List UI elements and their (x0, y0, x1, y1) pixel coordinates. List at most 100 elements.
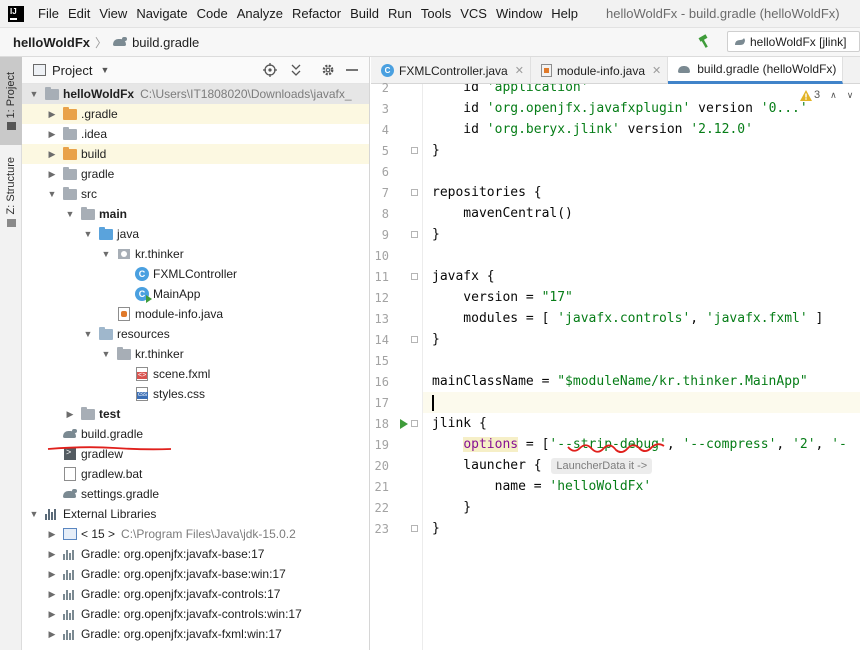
fold-marker-icon[interactable] (411, 273, 418, 280)
fold-marker-icon[interactable] (411, 147, 418, 154)
fold-marker-icon[interactable] (411, 231, 418, 238)
fold-marker-icon[interactable] (411, 525, 418, 532)
locate-target-icon[interactable] (262, 62, 278, 78)
tab-build-gradle[interactable]: build.gradle (helloWoldFx) (668, 57, 844, 84)
tree-item[interactable]: ▶build.gradle (22, 424, 369, 444)
code-line[interactable] (423, 392, 860, 413)
tree-item[interactable]: ▶settings.gradle (22, 484, 369, 504)
menu-vcs[interactable]: VCS (460, 6, 487, 21)
tree-item[interactable]: ▶CFXMLController (22, 264, 369, 284)
tree-item[interactable]: ▶ .idea (22, 124, 369, 144)
tree-item[interactable]: ▶ Gradle: org.openjfx:javafx-controls:17 (22, 584, 369, 604)
tree-item[interactable]: ▶ < 15 > C:\Program Files\Java\jdk-15.0.2 (22, 524, 369, 544)
run-configuration-dropdown[interactable]: helloWoldFx [jlink] (727, 31, 860, 52)
tree-item[interactable]: ▼ resources (22, 324, 369, 344)
menu-analyze[interactable]: Analyze (237, 6, 283, 21)
code-line[interactable]: repositories { (423, 182, 860, 203)
code-line[interactable] (423, 350, 860, 371)
chevron-down-icon[interactable]: ▼ (82, 228, 94, 240)
gear-icon[interactable] (320, 62, 336, 78)
chevron-right-icon[interactable]: ▶ (46, 608, 58, 620)
tree-item[interactable]: ▶scene.fxml (22, 364, 369, 384)
code-line[interactable]: mavenCentral() (423, 203, 860, 224)
code-line[interactable]: id 'application' (423, 84, 860, 98)
tree-item[interactable]: ▶ build (22, 144, 369, 164)
tree-item[interactable]: ▶gradlew.bat (22, 464, 369, 484)
code-line[interactable] (423, 245, 860, 266)
tab-fxmlcontroller[interactable]: C FXMLController.java ✕ (371, 57, 531, 84)
menu-window[interactable]: Window (496, 6, 542, 21)
code-line[interactable]: } (423, 329, 860, 350)
tree-item[interactable]: ▼ main (22, 204, 369, 224)
tree-item[interactable]: ▶module-info.java (22, 304, 369, 324)
menu-edit[interactable]: Edit (68, 6, 90, 21)
code-line[interactable]: } (423, 140, 860, 161)
project-tool-tab[interactable]: 1: Project (0, 57, 22, 145)
code-line[interactable]: modules = [ 'javafx.controls', 'javafx.f… (423, 308, 860, 329)
chevron-right-icon[interactable]: ▶ (46, 148, 58, 160)
chevron-right-icon[interactable]: ▶ (46, 568, 58, 580)
code-line[interactable]: id 'org.openjfx.javafxplugin' version '0… (423, 98, 860, 119)
close-icon[interactable]: ✕ (652, 64, 661, 77)
menu-navigate[interactable]: Navigate (136, 6, 187, 21)
tree-item[interactable]: ▶ Gradle: org.openjfx:javafx-base:17 (22, 544, 369, 564)
chevron-down-icon[interactable]: ▼ (100, 65, 109, 75)
code-line[interactable]: name = 'helloWoldFx' (423, 476, 860, 497)
chevron-down-icon[interactable]: ∨ (847, 90, 854, 101)
code-line[interactable]: } (423, 224, 860, 245)
chevron-down-icon[interactable]: ▼ (82, 328, 94, 340)
tree-item[interactable]: ▼ External Libraries (22, 504, 369, 524)
project-panel-title[interactable]: Project (52, 63, 92, 78)
code-line[interactable]: } (423, 518, 860, 539)
chevron-right-icon[interactable]: ▶ (46, 528, 58, 540)
code-line[interactable]: mainClassName = "$moduleName/kr.thinker.… (423, 371, 860, 392)
menu-refactor[interactable]: Refactor (292, 6, 341, 21)
tree-item[interactable]: ▶ Gradle: org.openjfx:javafx-base:win:17 (22, 564, 369, 584)
code-editor[interactable]: id 'application' id 'org.openjfx.javafxp… (423, 84, 860, 650)
chevron-right-icon[interactable]: ▶ (46, 108, 58, 120)
chevron-down-icon[interactable]: ▼ (64, 208, 76, 220)
menu-view[interactable]: View (99, 6, 127, 21)
tree-item[interactable]: ▶ gradle (22, 164, 369, 184)
chevron-right-icon[interactable]: ▶ (64, 408, 76, 420)
chevron-down-icon[interactable]: ▼ (46, 188, 58, 200)
code-line[interactable]: id 'org.beryx.jlink' version '2.12.0' (423, 119, 860, 140)
tree-item[interactable]: ▶ .gradle (22, 104, 369, 124)
code-line[interactable]: version = "17" (423, 287, 860, 308)
menu-code[interactable]: Code (197, 6, 228, 21)
tab-module-info[interactable]: module-info.java ✕ (531, 57, 669, 84)
code-line[interactable]: javafx { (423, 266, 860, 287)
tree-item[interactable]: ▶styles.css (22, 384, 369, 404)
tree-item[interactable]: ▼ src (22, 184, 369, 204)
collapse-all-icon[interactable] (288, 62, 304, 78)
tree-item[interactable]: ▼ kr.thinker (22, 244, 369, 264)
chevron-right-icon[interactable]: ▶ (46, 548, 58, 560)
tree-item[interactable]: ▶ Gradle: org.openjfx:javafx-controls:win… (22, 604, 369, 624)
code-line[interactable]: launcher { LauncherData it -> (423, 455, 860, 476)
menu-file[interactable]: File (38, 6, 59, 21)
tree-item[interactable]: ▼ helloWoldFx C:\Users\IT1808020\Downloads… (22, 84, 369, 104)
hide-panel-icon[interactable] (344, 62, 360, 78)
fold-marker-icon[interactable] (411, 336, 418, 343)
run-gutter-icon[interactable] (400, 419, 408, 429)
chevron-right-icon[interactable]: ▶ (46, 128, 58, 140)
chevron-right-icon[interactable]: ▶ (46, 168, 58, 180)
breadcrumb-file[interactable]: build.gradle (112, 35, 199, 50)
tree-item[interactable]: ▶CMainApp (22, 284, 369, 304)
build-hammer-icon[interactable] (697, 33, 713, 49)
menu-run[interactable]: Run (388, 6, 412, 21)
chevron-up-icon[interactable]: ∧ (830, 90, 837, 101)
menu-tools[interactable]: Tools (421, 6, 451, 21)
code-line[interactable]: } (423, 497, 860, 518)
menu-build[interactable]: Build (350, 6, 379, 21)
chevron-right-icon[interactable]: ▶ (46, 588, 58, 600)
breadcrumb-project[interactable]: helloWoldFx (13, 35, 90, 50)
tree-item[interactable]: ▼ kr.thinker (22, 344, 369, 364)
chevron-down-icon[interactable]: ▼ (100, 348, 112, 360)
inspection-widget[interactable]: 3 ∧ ∨ (800, 89, 853, 101)
chevron-down-icon[interactable]: ▼ (28, 508, 40, 520)
close-icon[interactable]: ✕ (515, 64, 524, 77)
tree-item[interactable]: ▶ test (22, 404, 369, 424)
chevron-right-icon[interactable]: ▶ (46, 628, 58, 640)
chevron-down-icon[interactable]: ▼ (100, 248, 112, 260)
